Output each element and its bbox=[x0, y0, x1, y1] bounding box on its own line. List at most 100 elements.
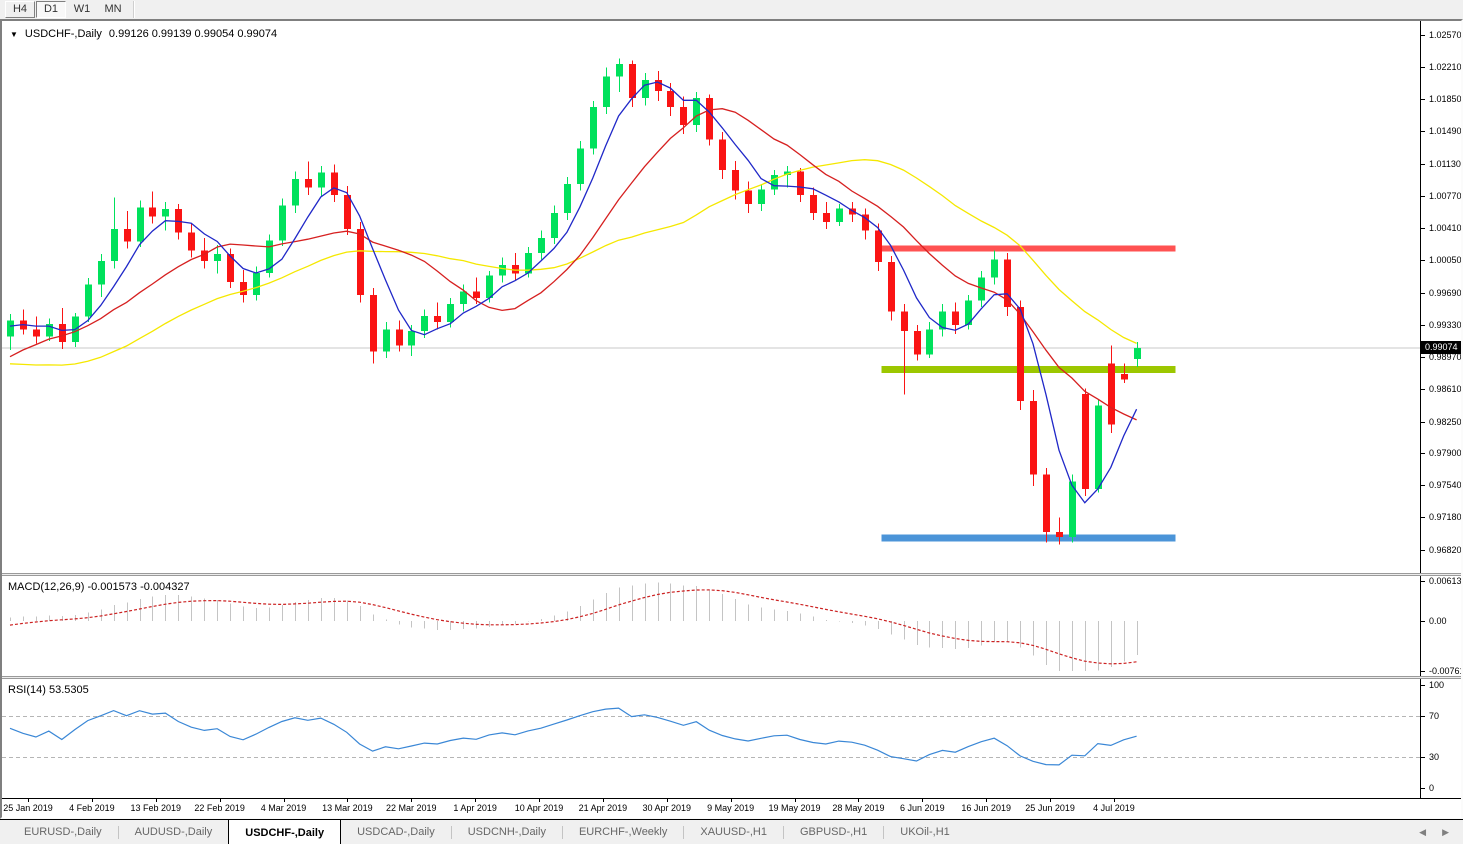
tab-usdcad-daily[interactable]: USDCAD-,Daily bbox=[341, 820, 451, 844]
price-axis-label-tick bbox=[1421, 292, 1425, 294]
price-axis-label-tick bbox=[1421, 66, 1425, 68]
date-label: 4 Jul 2019 bbox=[1093, 803, 1135, 813]
chart-window: ▼ USDCHF-,Daily 0.99126 0.99139 0.99054 … bbox=[0, 19, 1463, 819]
timeframe-toolbar: H4 D1 W1 MN bbox=[0, 0, 1463, 19]
price-axis-label-tick bbox=[1421, 324, 1425, 326]
rsi-axis-label-tick bbox=[1421, 788, 1425, 789]
date-label: 13 Feb 2019 bbox=[130, 803, 182, 813]
current-price-badge: 0.99074 bbox=[1421, 341, 1461, 355]
date-label: 16 Jun 2019 bbox=[961, 803, 1011, 813]
price-axis-label: 1.00770 bbox=[1429, 190, 1461, 201]
date-label: 21 Apr 2019 bbox=[578, 803, 628, 813]
price-axis-label-tick bbox=[1421, 195, 1425, 197]
date-label: 13 Mar 2019 bbox=[322, 803, 373, 813]
collapse-icon[interactable]: ▼ bbox=[10, 30, 18, 39]
date-label: 22 Mar 2019 bbox=[385, 803, 437, 813]
date-label: 25 Jan 2019 bbox=[3, 803, 53, 813]
price-axis-label: 1.00410 bbox=[1429, 223, 1461, 234]
chart-ohlc-values: 0.99126 0.99139 0.99054 0.99074 bbox=[108, 28, 278, 40]
macd-canvas[interactable] bbox=[2, 576, 1461, 676]
date-tick bbox=[283, 799, 285, 802]
timeframe-h4-button[interactable]: H4 bbox=[5, 1, 35, 18]
price-axis-label-tick bbox=[1421, 99, 1425, 100]
price-axis-label: 1.00050 bbox=[1429, 255, 1461, 266]
rsi-axis-label: 70 bbox=[1429, 710, 1440, 721]
tab-eurchf-weekly[interactable]: EURCHF-,Weekly bbox=[563, 820, 683, 844]
date-tick bbox=[1050, 799, 1052, 802]
macd-axis-label-tick bbox=[1421, 581, 1425, 582]
macd-axis-label-tick bbox=[1421, 621, 1425, 623]
price-axis-label: 1.02210 bbox=[1429, 61, 1461, 72]
tabs-scroll-right-icon[interactable]: ▶ bbox=[1442, 827, 1449, 838]
rsi-axis-label: 0 bbox=[1429, 783, 1435, 793]
date-axis[interactable]: 25 Jan 2019 4 Feb 2019 13 Feb 2019 22 Feb 2… bbox=[2, 798, 1461, 818]
price-axis-label-tick bbox=[1421, 163, 1425, 165]
tab-xauusd-h1[interactable]: XAUUSD-,H1 bbox=[684, 820, 783, 844]
date-tick bbox=[986, 799, 988, 802]
date-tick bbox=[1113, 799, 1115, 802]
date-label: 28 May 2019 bbox=[832, 803, 885, 813]
timeframe-w1-button[interactable]: W1 bbox=[67, 1, 97, 18]
tab-gbpusd-h1[interactable]: GBPUSD-,H1 bbox=[784, 820, 883, 844]
tab-audusd-daily[interactable]: AUDUSD-,Daily bbox=[119, 820, 229, 844]
price-axis-label-tick bbox=[1421, 517, 1425, 519]
toolbar-separator bbox=[133, 1, 135, 18]
price-axis-label-tick bbox=[1421, 421, 1425, 423]
price-axis-label: 1.01130 bbox=[1429, 158, 1461, 169]
price-axis-label-tick bbox=[1421, 452, 1425, 454]
rsi-axis-label-tick bbox=[1421, 715, 1425, 717]
chart-tabbar: EURUSD-,Daily AUDUSD-,Daily USDCHF-,Daily U… bbox=[0, 819, 1463, 844]
macd-panel[interactable]: MACD(12,26,9) -0.001573 -0.004327 0.0061… bbox=[2, 576, 1461, 676]
date-tick bbox=[730, 799, 732, 802]
price-axis-label: 0.99330 bbox=[1429, 319, 1461, 330]
price-axis-label-tick bbox=[1421, 485, 1425, 487]
macd-axis-label: 0.00613 bbox=[1429, 576, 1461, 586]
price-panel[interactable]: ▼ USDCHF-,Daily 0.99126 0.99139 0.99054 … bbox=[2, 21, 1461, 573]
tab-usdchf-daily[interactable]: USDCHF-,Daily bbox=[228, 819, 342, 844]
price-axis-label-tick bbox=[1421, 549, 1425, 551]
date-tick bbox=[28, 799, 29, 802]
date-label: 4 Feb 2019 bbox=[69, 803, 115, 813]
date-label: 1 Apr 2019 bbox=[453, 803, 497, 813]
tab-eurusd-daily[interactable]: EURUSD-,Daily bbox=[8, 820, 118, 844]
macd-axis-label: 0.00 bbox=[1429, 616, 1447, 627]
price-axis-border bbox=[1420, 21, 1421, 573]
rsi-axis-border bbox=[1420, 679, 1421, 798]
price-axis-label-tick bbox=[1421, 389, 1425, 391]
timeframe-mn-button[interactable]: MN bbox=[98, 1, 128, 18]
tabs-scroll-left-icon[interactable]: ◀ bbox=[1419, 827, 1426, 838]
price-axis-label: 0.98250 bbox=[1429, 416, 1461, 427]
date-tick bbox=[411, 799, 413, 802]
rsi-label: RSI(14) 53.5305 bbox=[8, 684, 89, 696]
date-label: 6 Jun 2019 bbox=[900, 803, 945, 813]
rsi-axis-label: 30 bbox=[1429, 752, 1440, 763]
date-tick bbox=[858, 799, 860, 802]
price-axis-label-tick bbox=[1421, 34, 1425, 36]
macd-label: MACD(12,26,9) -0.001573 -0.004327 bbox=[8, 581, 190, 593]
date-tick bbox=[347, 799, 349, 802]
price-axis-label-tick bbox=[1421, 357, 1425, 359]
rsi-canvas[interactable] bbox=[2, 679, 1461, 798]
tab-ukoil-h1[interactable]: UKOil-,H1 bbox=[884, 820, 966, 844]
price-axis-label: 0.99690 bbox=[1429, 287, 1461, 298]
date-tick bbox=[219, 799, 221, 802]
date-tick bbox=[794, 799, 796, 802]
price-axis-label: 0.97900 bbox=[1429, 447, 1461, 458]
chart-symbol-title: USDCHF-,Daily bbox=[24, 28, 102, 40]
rsi-axis-label-tick bbox=[1421, 757, 1425, 759]
tab-usdcnh-daily[interactable]: USDCNH-,Daily bbox=[452, 820, 562, 844]
rsi-axis-label: 100 bbox=[1429, 680, 1445, 690]
chart-title-row: ▼ USDCHF-,Daily 0.99126 0.99139 0.99054 … bbox=[10, 28, 277, 40]
price-axis-label: 0.97180 bbox=[1429, 512, 1461, 523]
timeframe-d1-button[interactable]: D1 bbox=[36, 1, 66, 18]
rsi-panel[interactable]: RSI(14) 53.5305 100 70 30 0 bbox=[2, 679, 1461, 798]
date-tick bbox=[475, 799, 477, 802]
macd-axis-label-tick bbox=[1421, 671, 1425, 672]
macd-axis-label: -0.007612 bbox=[1429, 666, 1461, 676]
date-tick bbox=[922, 799, 924, 802]
main-chart-canvas[interactable] bbox=[2, 21, 1461, 573]
date-label: 30 Apr 2019 bbox=[642, 803, 692, 813]
tab-scroll-arrows: ◀ ▶ bbox=[1419, 820, 1463, 844]
date-tick bbox=[666, 799, 668, 802]
date-label: 22 Feb 2019 bbox=[194, 803, 245, 813]
